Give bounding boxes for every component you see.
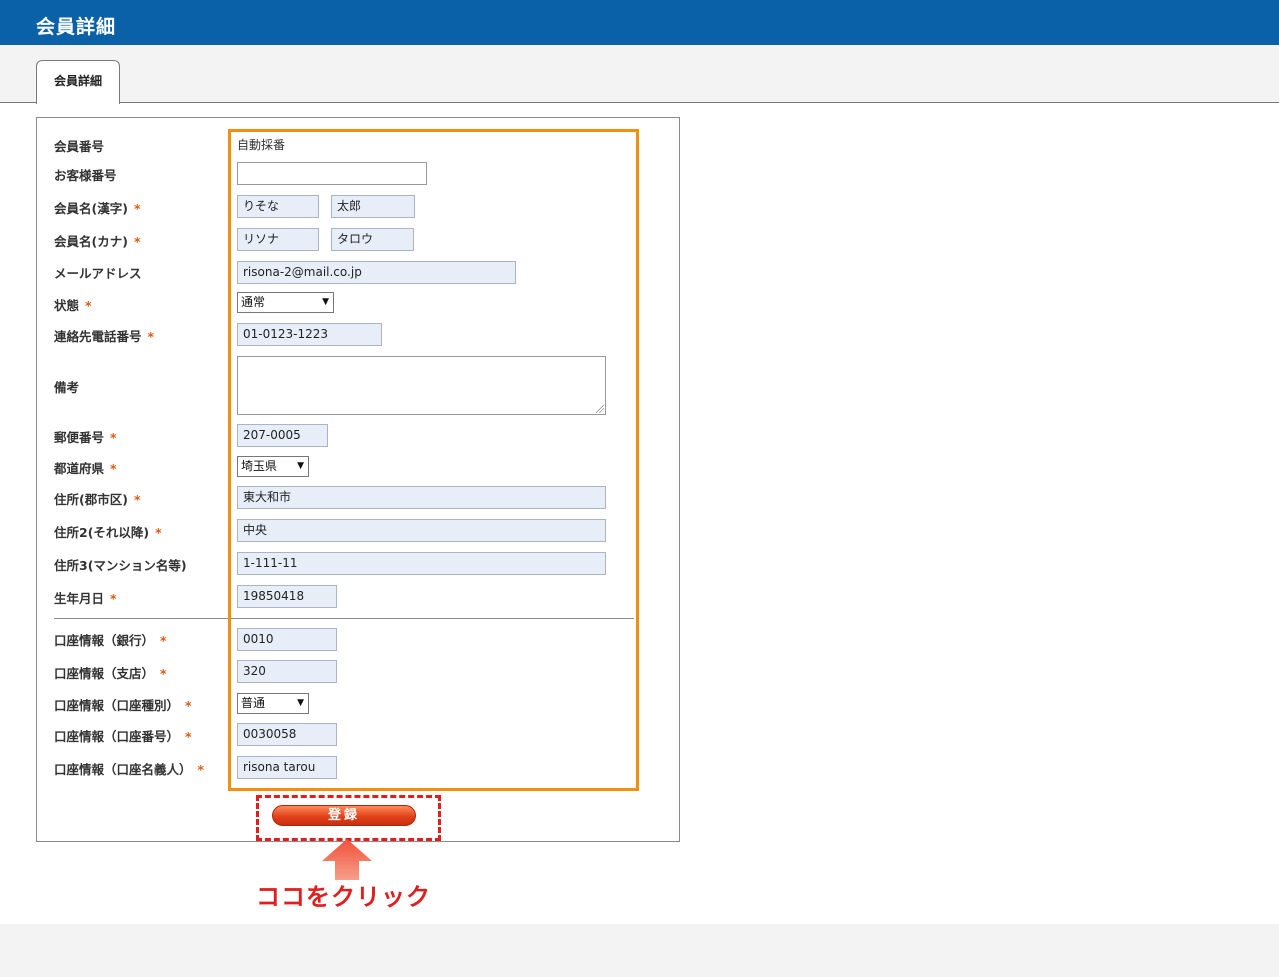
required-mark: * (185, 729, 192, 744)
label-address1: 住所(郡市区) * (54, 492, 141, 507)
label-birthday: 生年月日 * (54, 591, 117, 606)
required-mark: * (133, 492, 141, 507)
label-prefecture: 都道府県 * (54, 461, 117, 476)
tab-bar: 会員詳細 (0, 45, 1279, 104)
required-mark: * (110, 591, 117, 606)
required-mark: * (110, 461, 117, 476)
highlight-frame (228, 129, 639, 791)
required-mark: * (85, 298, 92, 313)
label-address2: 住所2(それ以降) * (54, 525, 162, 540)
label-account-type: 口座情報（口座種別） * (54, 698, 192, 713)
app-header: 会員詳細 (0, 0, 1279, 45)
page-title: 会員詳細 (36, 16, 117, 38)
label-postal: 郵便番号 * (54, 430, 117, 445)
page-footer (0, 924, 1279, 977)
label-status: 状態 * (54, 298, 92, 313)
required-mark: * (155, 525, 162, 540)
label-address3: 住所3(マンション名等) (54, 558, 187, 573)
label-account-no: 口座情報（口座番号） * (54, 729, 192, 744)
required-mark: * (147, 329, 155, 344)
label-note: 備考 (54, 380, 80, 395)
label-phone: 連絡先電話番号 * (54, 329, 155, 344)
required-mark: * (197, 762, 205, 777)
label-branch: 口座情報（支店） * (54, 666, 167, 681)
required-mark: * (133, 234, 141, 249)
label-member-no: 会員番号 (54, 139, 105, 154)
required-mark: * (160, 633, 167, 648)
click-here-callout: ココをクリック (256, 883, 431, 911)
required-mark: * (110, 430, 117, 445)
up-arrow-icon (322, 839, 372, 880)
label-name-kanji: 会員名(漢字) * (54, 201, 141, 216)
tab-member-detail[interactable]: 会員詳細 (36, 60, 120, 104)
label-account-name: 口座情報（口座名義人） * (54, 762, 205, 777)
label-customer-no: お客様番号 (54, 168, 117, 183)
register-button[interactable]: 登録 (272, 805, 416, 826)
required-mark: * (160, 666, 167, 681)
label-name-kana: 会員名(カナ) * (54, 234, 141, 249)
label-bank: 口座情報（銀行） * (54, 633, 167, 648)
label-email: メールアドレス (54, 266, 142, 281)
required-mark: * (133, 201, 141, 216)
required-mark: * (185, 698, 192, 713)
